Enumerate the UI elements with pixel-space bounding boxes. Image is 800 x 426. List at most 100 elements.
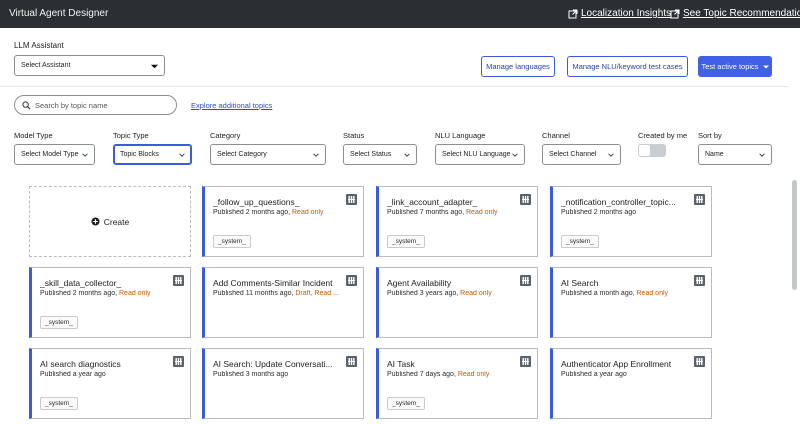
topic-card[interactable]: _skill_data_collector_ Published 2 months… <box>29 267 191 338</box>
caret-down-icon <box>762 65 769 68</box>
topic-grid-icon[interactable] <box>346 275 357 286</box>
topic-grid-icon[interactable] <box>346 194 357 205</box>
topic-card[interactable]: AI Search Published a month ago, Read onl… <box>550 267 712 338</box>
topic-grid-icon[interactable] <box>346 356 357 367</box>
system-badge: _system_ <box>40 397 78 410</box>
topic-flags: Read only <box>636 290 669 297</box>
topic-card-status: Published 3 years ago, Read only <box>387 290 535 297</box>
published-text: Published 2 months ago, <box>213 209 292 216</box>
published-text: Published 3 years ago, <box>387 290 461 297</box>
nlu-language-select[interactable]: Select NLU Language <box>435 144 525 165</box>
channel-value: Select Channel <box>549 151 597 158</box>
system-badge: _system_ <box>387 235 425 248</box>
published-text: Published 11 months ago, <box>213 290 296 297</box>
published-text: Published 2 months ago <box>561 209 637 216</box>
chevron-down-icon <box>759 153 765 157</box>
toggle-knob <box>639 145 650 156</box>
topic-card[interactable]: _notification_controller_topic... Publish… <box>550 186 712 257</box>
system-badge: _system_ <box>213 235 251 248</box>
topic-card[interactable]: Add Comments-Similar Incident Published 1… <box>202 267 364 338</box>
test-active-topics-label: Test active topics <box>701 62 759 71</box>
topic-card-status: Published 11 months ago, Draft, Read ... <box>213 290 361 297</box>
topic-card-status: Published a year ago <box>561 371 709 378</box>
category-value: Select Category <box>217 151 267 158</box>
topic-grid-icon[interactable] <box>520 194 531 205</box>
model-type-select[interactable]: Select Model Type <box>14 144 95 165</box>
topic-grid-icon[interactable] <box>694 356 705 367</box>
topic-search[interactable] <box>14 95 177 115</box>
system-badge: _system_ <box>40 316 78 329</box>
status-select[interactable]: Select Status <box>343 144 417 165</box>
section-divider <box>0 86 788 87</box>
manage-languages-button[interactable]: Manage languages <box>481 56 555 77</box>
created-by-me-label: Created by me <box>638 131 688 140</box>
topic-card[interactable]: AI search diagnostics Published a year ag… <box>29 348 191 419</box>
topic-grid-icon[interactable] <box>694 275 705 286</box>
top-bar: Virtual Agent Designer Localization Insi… <box>0 0 800 28</box>
topic-card[interactable]: AI Task Published 7 days ago, Read only _s… <box>376 348 538 419</box>
model-type-label: Model Type <box>14 131 53 140</box>
topic-card-title: _skill_data_collector_ <box>40 278 122 288</box>
llm-assistant-select[interactable]: Select Assistant <box>14 55 165 76</box>
created-by-me-toggle[interactable] <box>638 144 666 157</box>
topic-card-status: Published 3 months ago <box>213 371 361 378</box>
chevron-down-icon <box>82 153 88 157</box>
topic-card-title: _link_account_adapter_ <box>387 197 478 207</box>
topic-recommendations-link[interactable]: See Topic Recommendations <box>670 8 800 19</box>
chevron-down-icon <box>512 153 518 157</box>
topic-grid-icon[interactable] <box>694 194 705 205</box>
search-input[interactable] <box>35 100 165 110</box>
nlu-language-value: Select NLU Language <box>442 151 511 158</box>
topic-type-label: Topic Type <box>113 131 149 140</box>
chevron-down-icon <box>608 153 614 157</box>
topic-recommendations-label: See Topic Recommendations <box>683 8 800 19</box>
topic-card-title: AI Search: Update Conversati... <box>213 359 333 369</box>
topic-card-title: Agent Availability <box>387 278 452 288</box>
topic-card-status: Published a month ago, Read only <box>561 290 709 297</box>
localization-insights-link[interactable]: Localization Insights <box>568 8 671 19</box>
topic-flags: Read only <box>466 209 498 216</box>
test-active-topics-button[interactable]: Test active topics <box>698 56 772 77</box>
model-type-value: Select Model Type <box>21 151 79 158</box>
category-select[interactable]: Select Category <box>210 144 326 165</box>
chevron-down-icon <box>313 153 319 157</box>
chevron-down-icon <box>179 153 185 157</box>
published-text: Published 3 months ago <box>213 371 289 378</box>
topic-card[interactable]: Agent Availability Published 3 years ago,… <box>376 267 538 338</box>
explore-topics-link[interactable]: Explore additional topics <box>191 101 272 110</box>
topic-type-select[interactable]: Topic Blocks <box>113 144 192 165</box>
topic-flags: Read only <box>119 290 151 297</box>
plus-circle-icon <box>91 217 100 226</box>
published-text: Published a year ago <box>40 371 106 378</box>
topic-type-value: Topic Blocks <box>120 151 159 158</box>
topic-card[interactable]: _follow_up_questions_ Published 2 months … <box>202 186 364 257</box>
external-link-icon <box>568 9 578 18</box>
topic-card-status: Published 7 months ago, Read only <box>387 209 535 216</box>
topic-card-status: Published 2 months ago, Read only <box>40 290 188 297</box>
topic-card-title: AI search diagnostics <box>40 359 121 369</box>
topic-flags: Read only <box>460 290 492 297</box>
topic-grid-icon[interactable] <box>173 275 184 286</box>
manage-nlu-test-cases-button[interactable]: Manage NLU/keyword test cases <box>567 56 688 77</box>
topic-card-title: AI Search <box>561 278 599 288</box>
topic-card[interactable]: Authenticator App Enrollment Published a … <box>550 348 712 419</box>
topic-grid-icon[interactable] <box>173 356 184 367</box>
topic-card-status: Published 2 months ago, Read only <box>213 209 361 216</box>
published-text: Published a year ago <box>561 371 627 378</box>
topic-flags: Draft, Read ... <box>295 290 339 297</box>
create-topic-tile[interactable]: Create <box>29 186 191 257</box>
create-label: Create <box>103 216 130 227</box>
topic-card-status: Published a year ago <box>40 371 188 378</box>
topic-grid-icon[interactable] <box>520 275 531 286</box>
scrollbar[interactable] <box>792 180 797 290</box>
channel-label: Channel <box>542 131 570 140</box>
sort-by-select[interactable]: Name <box>698 144 772 165</box>
published-text: Published 2 months ago, <box>40 290 119 297</box>
topic-grid-icon[interactable] <box>520 356 531 367</box>
topic-flags: Read only <box>292 209 324 216</box>
nlu-language-label: NLU Language <box>435 131 486 140</box>
external-link-icon <box>670 9 680 18</box>
channel-select[interactable]: Select Channel <box>542 144 621 165</box>
topic-card[interactable]: AI Search: Update Conversati... Published… <box>202 348 364 419</box>
topic-card[interactable]: _link_account_adapter_ Published 7 months… <box>376 186 538 257</box>
